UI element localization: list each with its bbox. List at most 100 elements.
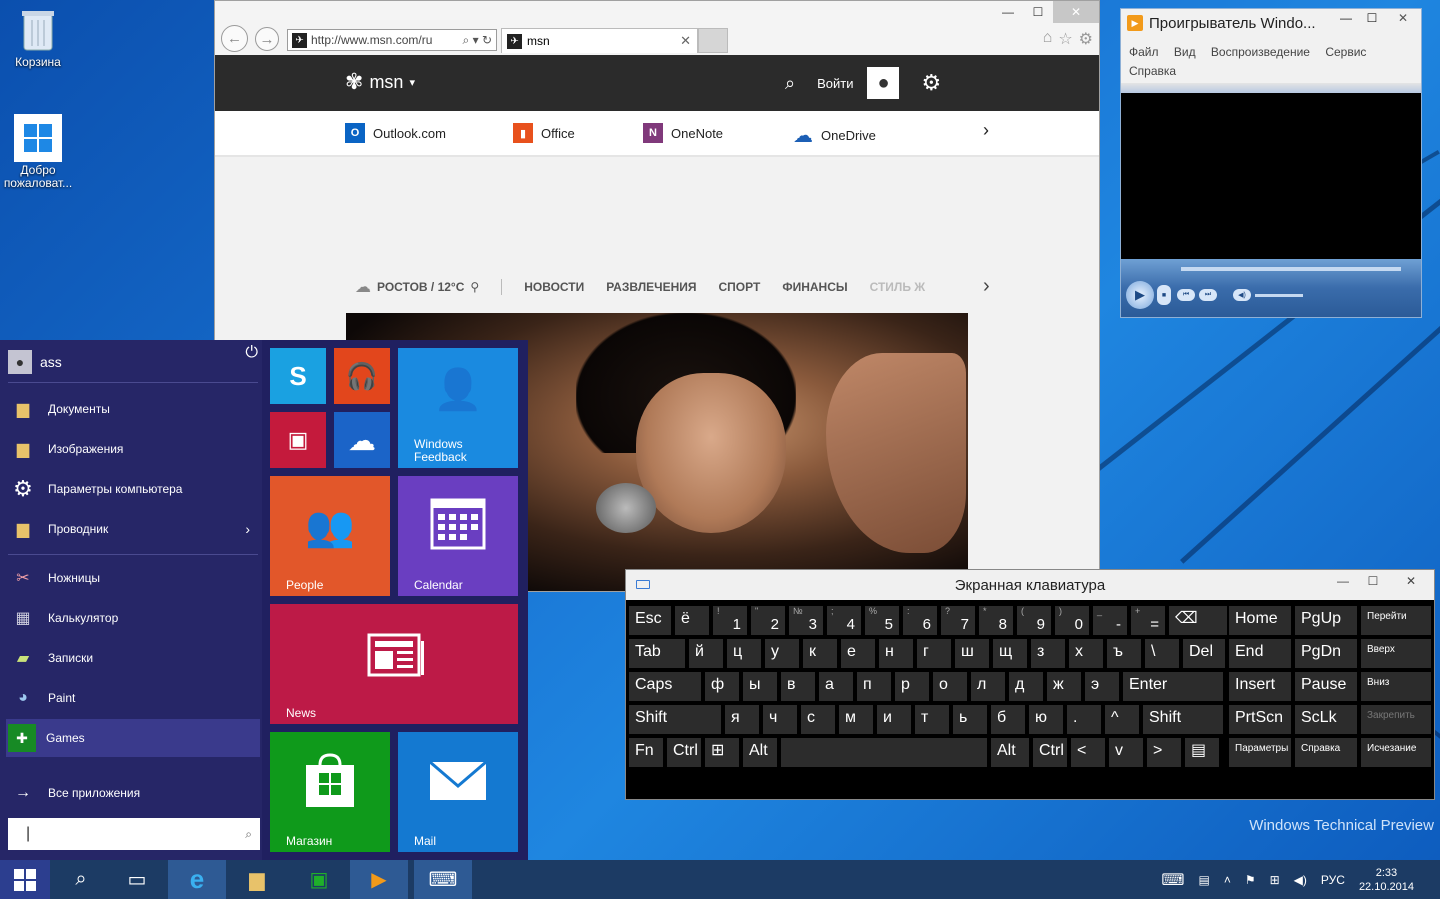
next-button[interactable]: ⏭	[1199, 289, 1217, 301]
key[interactable]: Fn	[629, 738, 663, 767]
key[interactable]: + =	[1131, 606, 1165, 635]
nav-key[interactable]: Исчезание	[1361, 738, 1431, 767]
maximize-button[interactable]: ☐	[1023, 1, 1053, 23]
key[interactable]: е	[841, 639, 875, 668]
nav-key[interactable]: Справка	[1295, 738, 1357, 767]
outlook-link[interactable]: O Outlook.com	[345, 123, 446, 143]
gear-icon[interactable]: ⚙	[1079, 29, 1093, 49]
backspace-key[interactable]: ⌫	[1169, 606, 1227, 635]
taskbar-osk[interactable]: ⌨	[414, 860, 472, 899]
key[interactable]: к	[803, 639, 837, 668]
nav-style[interactable]: СТИЛЬ Ж	[870, 280, 926, 294]
key[interactable]: х	[1069, 639, 1103, 668]
onenote-link[interactable]: N OneNote	[643, 123, 723, 143]
key[interactable]: v	[1109, 738, 1143, 767]
nav-news[interactable]: НОВОСТИ	[524, 280, 584, 294]
taskbar-search[interactable]: ⌕	[52, 860, 110, 899]
desktop-icon-welcome[interactable]: Добро пожаловат...	[0, 114, 76, 190]
nav-key[interactable]: PrtScn	[1229, 705, 1291, 734]
network-icon[interactable]: ⊞	[1270, 873, 1280, 887]
shift-key[interactable]: Shift	[1143, 705, 1223, 734]
wmp-seek-bar[interactable]	[1181, 267, 1401, 271]
nav-key[interactable]: ScLk	[1295, 705, 1357, 734]
maximize-button[interactable]: ☐	[1358, 570, 1388, 592]
power-button[interactable]: ⏻	[245, 344, 258, 362]
key[interactable]: ! 1	[713, 606, 747, 635]
msn-logo[interactable]: ✾ msn ▾	[345, 69, 415, 95]
tile-store[interactable]: Магазин	[270, 732, 390, 852]
key[interactable]: з	[1031, 639, 1065, 668]
start-item-pictures[interactable]: ▆ Изображения	[6, 430, 260, 468]
task-view-button[interactable]: ▭	[108, 860, 166, 899]
nav-key[interactable]: Вниз	[1361, 672, 1431, 701]
key[interactable]: п	[857, 672, 891, 701]
tab-key[interactable]: Tab	[629, 639, 685, 668]
menu-playback[interactable]: Воспроизведение	[1211, 45, 1310, 59]
menu-view[interactable]: Вид	[1174, 45, 1196, 59]
menu-help[interactable]: Справка	[1129, 64, 1176, 78]
key[interactable]: д	[1009, 672, 1043, 701]
key[interactable]: ф	[705, 672, 739, 701]
previous-button[interactable]: ⏮	[1177, 289, 1195, 301]
key[interactable]: ю	[1029, 705, 1063, 734]
address-bar[interactable]: ✈ http://www.msn.com/ru ⌕ ▾ ↻	[287, 29, 497, 51]
key[interactable]: н	[879, 639, 913, 668]
new-tab-button[interactable]	[698, 28, 728, 53]
key[interactable]: :6	[903, 606, 937, 635]
start-search-input[interactable]: | ⌕	[8, 818, 260, 850]
home-icon[interactable]: ⌂	[1043, 29, 1053, 49]
stop-button[interactable]: ■	[1157, 285, 1171, 305]
chevron-right-icon[interactable]: ›	[983, 275, 990, 298]
nav-key[interactable]: Параметры	[1229, 738, 1291, 767]
key[interactable]: в	[781, 672, 815, 701]
flag-icon[interactable]: ⚑	[1245, 873, 1256, 887]
mute-button[interactable]: ◀)	[1233, 289, 1251, 301]
menu-tools[interactable]: Сервис	[1325, 45, 1366, 59]
start-item-games[interactable]: ✚ Games	[6, 719, 260, 757]
nav-key[interactable]: Home	[1229, 606, 1291, 635]
key[interactable]: я	[725, 705, 759, 734]
key[interactable]: о	[933, 672, 967, 701]
key[interactable]: % 5	[865, 606, 899, 635]
volume-icon[interactable]: ◀)	[1294, 873, 1307, 887]
key[interactable]: и	[877, 705, 911, 734]
tile-onedrive[interactable]: ☁	[334, 412, 390, 468]
key[interactable]: Esc	[629, 606, 671, 635]
nav-entertainment[interactable]: РАЗВЛЕЧЕНИЯ	[606, 280, 696, 294]
search-icon[interactable]: ⌕ ▾ ↻	[463, 33, 496, 48]
nav-key[interactable]: Вверх	[1361, 639, 1431, 668]
key[interactable]: с	[801, 705, 835, 734]
taskbar-explorer[interactable]: ▆	[228, 860, 286, 899]
delete-key[interactable]: Del	[1183, 639, 1225, 668]
chevron-right-icon[interactable]: ›	[983, 120, 989, 141]
key[interactable]: Alt	[991, 738, 1029, 767]
menu-file[interactable]: Файл	[1129, 45, 1159, 59]
favorites-star-icon[interactable]: ☆	[1058, 29, 1072, 49]
enter-key[interactable]: Enter	[1123, 672, 1223, 701]
gear-icon[interactable]: ⚙	[921, 70, 941, 96]
onedrive-link[interactable]: ☁ OneDrive	[793, 123, 876, 148]
office-link[interactable]: ▮ Office	[513, 123, 575, 143]
key[interactable]: ш	[955, 639, 989, 668]
close-button[interactable]: ✕	[1388, 570, 1434, 592]
key[interactable]: ) 0	[1055, 606, 1089, 635]
key[interactable]: ▤	[1185, 738, 1219, 767]
key[interactable]: ц	[727, 639, 761, 668]
key[interactable]: л	[971, 672, 1005, 701]
key[interactable]: а	[819, 672, 853, 701]
nav-key[interactable]: PgDn	[1295, 639, 1357, 668]
tile-music[interactable]: 🎧	[334, 348, 390, 404]
maximize-button[interactable]: ☐	[1359, 11, 1385, 25]
key[interactable]: ? 7	[941, 606, 975, 635]
taskbar-media-player[interactable]: ▶	[350, 860, 408, 899]
browser-tab[interactable]: ✈ msn ✕	[501, 28, 698, 53]
key[interactable]: Ctrl	[1033, 738, 1067, 767]
key[interactable]: № 3	[789, 606, 823, 635]
key[interactable]: .	[1067, 705, 1101, 734]
chevron-up-icon[interactable]: ˄	[1224, 873, 1231, 887]
key[interactable]: ; 4	[827, 606, 861, 635]
shift-key[interactable]: Shift	[629, 705, 721, 734]
start-item-explorer[interactable]: ▆ Проводник ›	[6, 510, 260, 548]
nav-key[interactable]: PgUp	[1295, 606, 1357, 635]
tab-close-icon[interactable]: ✕	[680, 33, 691, 49]
